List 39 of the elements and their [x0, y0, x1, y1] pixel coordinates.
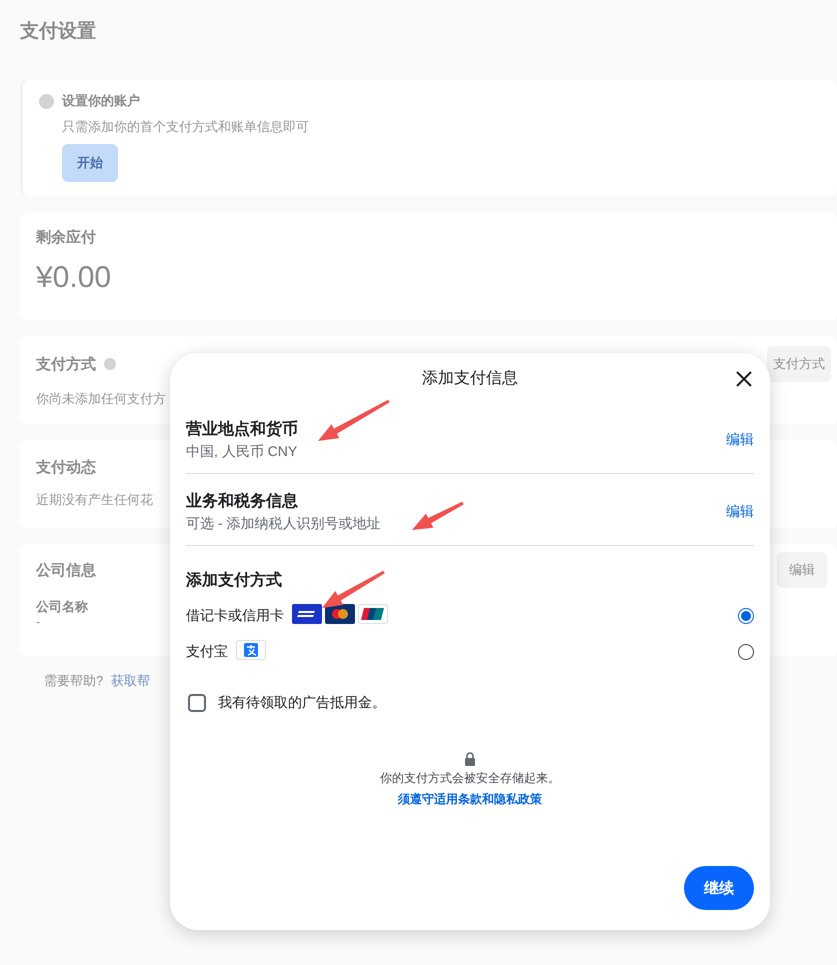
section-title: 营业地点和货币: [186, 419, 298, 440]
payment-option-label: 借记卡或信用卡: [186, 607, 284, 625]
edit-link[interactable]: 编辑: [726, 431, 754, 449]
annotation-arrow: [322, 570, 385, 608]
annotation-arrow: [412, 502, 464, 530]
balance-amount: ¥0.00: [36, 261, 112, 295]
continue-button[interactable]: 继续: [684, 866, 754, 910]
lock-icon: [464, 752, 476, 766]
checkbox-label: 我有待领取的广告抵用金。: [218, 694, 386, 712]
section-subtitle: 中国, 人民币 CNY: [186, 442, 298, 461]
checkbox[interactable]: [188, 694, 206, 712]
payment-option-label: 支付宝: [186, 643, 228, 661]
edit-link[interactable]: 编辑: [726, 503, 754, 521]
field-value: -: [36, 616, 40, 628]
terms-link[interactable]: 须遵守适用条款和隐私政策: [398, 791, 542, 808]
banner-title: 设置你的账户: [62, 92, 140, 110]
section-title: 添加支付方式: [186, 570, 282, 591]
edit-button[interactable]: 编辑: [777, 552, 827, 588]
annotation-arrow: [318, 400, 390, 441]
page-title: 支付设置: [20, 20, 96, 44]
field-label: 公司名称: [36, 598, 88, 616]
close-button[interactable]: [734, 369, 754, 389]
section-title: 业务和税务信息: [186, 491, 299, 512]
dialog-title: 添加支付信息: [422, 368, 518, 388]
start-button[interactable]: 开始: [62, 144, 118, 182]
security-note: 你的支付方式会被安全存储起来。: [380, 770, 560, 787]
radio-button[interactable]: [738, 608, 754, 624]
section-subtitle: 可选 - 添加纳税人识别号或地址: [186, 514, 380, 533]
section-title: 支付方式: [36, 354, 96, 374]
empty-text: 你尚未添加任何支付方: [36, 390, 166, 408]
section-title: 支付动态: [36, 458, 96, 477]
radio-button[interactable]: [738, 644, 754, 660]
help-link[interactable]: 获取帮: [111, 672, 150, 690]
balance-title: 剩余应付: [36, 228, 96, 247]
help-text: 需要帮助?: [44, 672, 104, 690]
add-payment-button[interactable]: 支付方式: [767, 346, 831, 382]
banner-text: 只需添加你的首个支付方式和账单信息即可: [62, 118, 309, 136]
section-title: 公司信息: [36, 560, 96, 580]
empty-text: 近期没有产生任何花: [36, 491, 153, 509]
